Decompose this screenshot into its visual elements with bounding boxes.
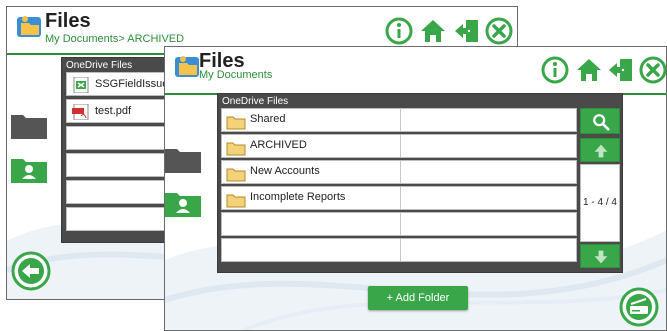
home-icon[interactable] (575, 56, 603, 84)
exit-icon[interactable] (453, 17, 481, 45)
file-name: test.pdf (95, 105, 132, 117)
files-app-icon (17, 16, 41, 37)
empty-row (221, 238, 577, 262)
user-folder-nav-icon[interactable] (165, 189, 201, 217)
folder-name: ARCHIVED (250, 139, 307, 151)
front-panel-title: OneDrive Files (222, 96, 289, 107)
back-file-panel: OneDrive Files SSGFieldIssueF test.pdf (61, 57, 182, 243)
search-button[interactable] (580, 108, 620, 134)
front-window: Files My Documents OneDrive Files Shared… (164, 46, 667, 331)
folder-name: Shared (250, 113, 286, 125)
exit-icon[interactable] (607, 56, 635, 84)
folder-row-archived[interactable]: ARCHIVED (221, 134, 577, 158)
folder-row-shared[interactable]: Shared (221, 108, 577, 132)
front-header: Files My Documents (165, 47, 666, 95)
excel-file-icon (73, 77, 89, 93)
folder-icon (226, 116, 246, 130)
back-arrow-icon[interactable] (11, 251, 51, 291)
arrow-down-icon (594, 250, 608, 264)
folder-nav-icon[interactable] (11, 111, 47, 139)
folder-row-incomplete-reports[interactable]: Incomplete Reports (221, 186, 577, 210)
pdf-file-icon (72, 104, 89, 120)
page-indicator-text: 1 - 4 / 4 (583, 197, 617, 208)
page-indicator: 1 - 4 / 4 (580, 164, 620, 242)
files-app-icon (175, 56, 199, 77)
back-title: Files (45, 10, 91, 32)
folder-icon (226, 142, 246, 156)
scan-icon[interactable] (619, 287, 659, 327)
user-folder-nav-icon[interactable] (11, 155, 47, 183)
info-icon[interactable] (541, 56, 569, 84)
folder-name: Incomplete Reports (250, 191, 346, 203)
close-icon[interactable] (639, 56, 667, 84)
scroll-up-button[interactable] (580, 138, 620, 162)
home-icon[interactable] (419, 17, 447, 45)
scroll-down-button[interactable] (580, 244, 620, 268)
folder-icon (226, 194, 246, 208)
add-folder-button[interactable]: + Add Folder (368, 286, 468, 310)
folder-nav-icon[interactable] (165, 145, 201, 173)
folder-icon (226, 168, 246, 182)
empty-row (221, 212, 577, 236)
front-breadcrumb: My Documents (199, 69, 273, 81)
folder-row-new-accounts[interactable]: New Accounts (221, 160, 577, 184)
close-icon[interactable] (485, 17, 513, 45)
back-breadcrumb: My Documents> ARCHIVED (45, 33, 185, 45)
arrow-up-icon (594, 144, 608, 158)
folder-name: New Accounts (250, 165, 320, 177)
onedrive-file-panel: OneDrive Files Shared ARCHIVED New Accou… (217, 93, 623, 273)
info-icon[interactable] (385, 17, 413, 45)
search-icon (593, 114, 610, 131)
back-panel-title: OneDrive Files (66, 60, 133, 71)
